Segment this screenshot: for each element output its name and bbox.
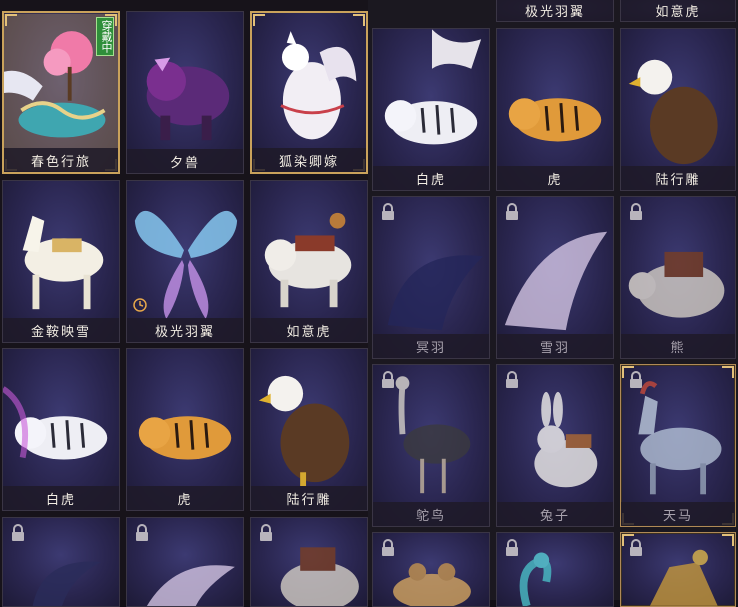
mount-name: 陆行雕 xyxy=(286,492,332,508)
mount-card-r10[interactable] xyxy=(496,532,614,607)
lock-icon xyxy=(382,371,394,388)
mount-name: 春色行旅 xyxy=(30,154,91,170)
mount-card-r5[interactable]: 熊 xyxy=(620,196,736,359)
mount-card-r8[interactable]: 天马 xyxy=(620,364,736,527)
equipped-badge: 穿戴中 xyxy=(96,17,114,56)
mount-name: 鸵鸟 xyxy=(415,508,446,524)
mount-card-7[interactable]: 虎 xyxy=(126,348,244,511)
mount-grid-left: 穿戴中 春色行旅 夕兽 狐染卿嫁 金鞍映雪 极光羽翼 如意虎 白虎 虎 陆行雕 xyxy=(0,0,368,607)
mount-name: 白虎 xyxy=(415,172,446,188)
lock-icon xyxy=(630,203,642,220)
mount-card-r7[interactable]: 兔子 xyxy=(496,364,614,527)
mount-name: 陆行雕 xyxy=(655,172,701,188)
mount-card-6[interactable]: 白虎 xyxy=(2,348,120,511)
mount-card-partial-a[interactable]: 极光羽翼 xyxy=(496,0,614,22)
mount-name: 狐染卿嫁 xyxy=(278,154,339,170)
mount-card-r11[interactable] xyxy=(620,532,736,607)
mount-card-9[interactable] xyxy=(2,517,120,607)
mount-card-11[interactable] xyxy=(250,517,368,607)
mount-card-10[interactable] xyxy=(126,517,244,607)
mount-card-1[interactable]: 夕兽 xyxy=(126,11,244,174)
lock-icon xyxy=(136,524,148,541)
mount-name: 兔子 xyxy=(539,508,570,524)
mount-card-partial-b[interactable]: 如意虎 xyxy=(620,0,736,22)
mount-card-r2[interactable]: 陆行雕 xyxy=(620,28,736,191)
lock-icon xyxy=(12,524,24,541)
lock-icon xyxy=(506,203,518,220)
lock-icon xyxy=(506,539,518,556)
mount-name: 极光羽翼 xyxy=(154,324,215,340)
mount-card-r6[interactable]: 鸵鸟 xyxy=(372,364,490,527)
mount-card-2[interactable]: 狐染卿嫁 xyxy=(250,11,368,174)
mount-name: 如意虎 xyxy=(286,324,332,340)
mount-name: 极光羽翼 xyxy=(524,4,585,20)
mount-name: 金鞍映雪 xyxy=(30,324,91,340)
mount-card-r1[interactable]: 虎 xyxy=(496,28,614,191)
lock-icon xyxy=(260,524,272,541)
mount-card-r9[interactable] xyxy=(372,532,490,607)
lock-icon xyxy=(630,371,642,388)
mount-name: 雪羽 xyxy=(539,340,570,356)
mount-name: 虎 xyxy=(547,172,563,188)
mount-card-r0[interactable]: 白虎 xyxy=(372,28,490,191)
mount-name: 冥羽 xyxy=(415,340,446,356)
mount-name: 熊 xyxy=(670,340,686,356)
mount-card-3[interactable]: 金鞍映雪 xyxy=(2,180,120,343)
mount-name: 天马 xyxy=(662,508,693,524)
mount-name: 白虎 xyxy=(45,492,76,508)
mount-card-r3[interactable]: 冥羽 xyxy=(372,196,490,359)
mount-name: 虎 xyxy=(177,492,193,508)
mount-card-8[interactable]: 陆行雕 xyxy=(250,348,368,511)
mount-name: 如意虎 xyxy=(655,4,701,20)
lock-icon xyxy=(630,539,642,556)
lock-icon xyxy=(382,539,394,556)
mount-card-r4[interactable]: 雪羽 xyxy=(496,196,614,359)
mount-name: 夕兽 xyxy=(169,155,200,171)
mount-grid-right: 极光羽翼 如意虎 白虎 虎 陆行雕 冥羽 雪羽 熊 鸵鸟 兔子 天马 xyxy=(368,0,738,607)
timer-icon xyxy=(133,298,147,312)
mount-card-5[interactable]: 如意虎 xyxy=(250,180,368,343)
mount-card-4[interactable]: 极光羽翼 xyxy=(126,180,244,343)
lock-icon xyxy=(506,371,518,388)
lock-icon xyxy=(382,203,394,220)
mount-card-0[interactable]: 穿戴中 春色行旅 xyxy=(2,11,120,174)
